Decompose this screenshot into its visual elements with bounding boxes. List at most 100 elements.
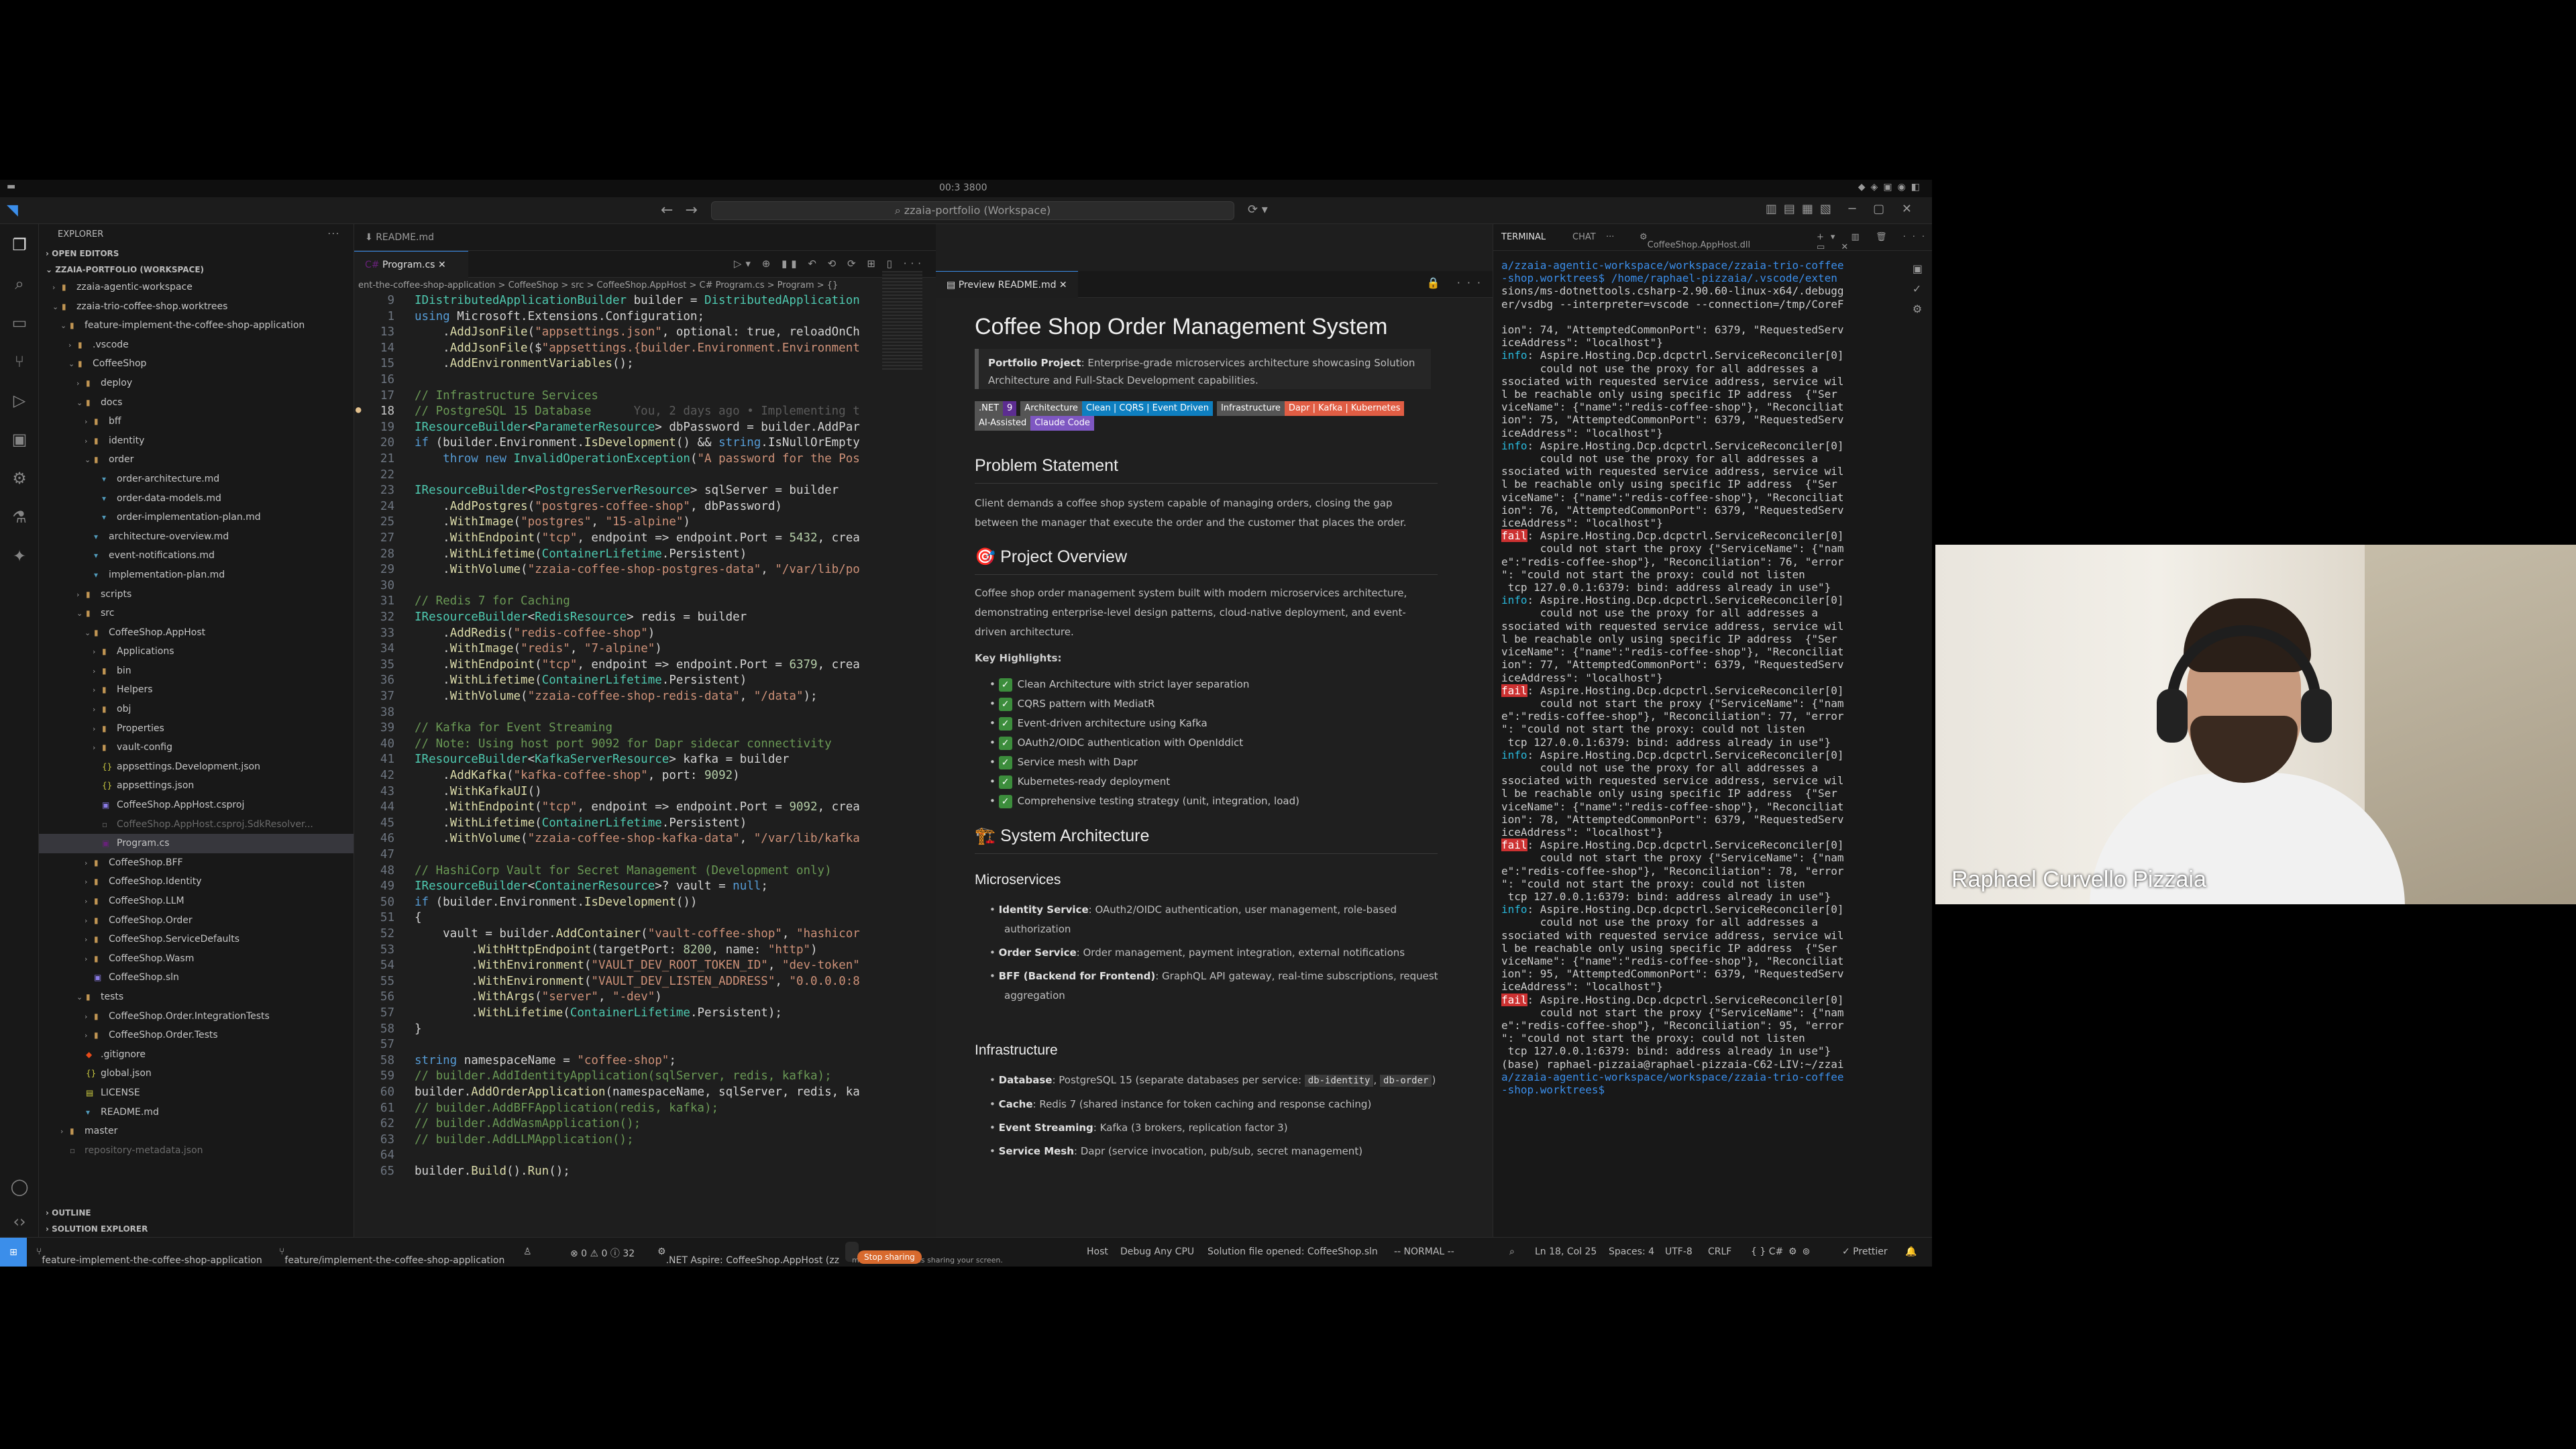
- code-line[interactable]: if (builder.Environment.IsDevelopment()): [415, 896, 697, 909]
- language-mode[interactable]: { } C#: [1751, 1246, 1783, 1257]
- settings-sync-icon[interactable]: ⚙: [9, 468, 30, 488]
- code-line[interactable]: .AddJsonFile("appsettings.json", optiona…: [415, 325, 860, 339]
- tree-item[interactable]: ⌄ ▮ src: [39, 604, 354, 623]
- badge[interactable]: Infrastructure Dapr | Kafka | Kubernetes: [1216, 401, 1405, 416]
- tree-item[interactable]: › ▮ Properties: [39, 719, 354, 739]
- nav-arrows[interactable]: ←→: [661, 202, 710, 219]
- code-line[interactable]: .WithVolume("zzaia-coffee-shop-kafka-dat…: [415, 832, 860, 845]
- aspire-status[interactable]: ⚙ .NET Aspire: CoffeeShop.AppHost (zz: [657, 1246, 839, 1266]
- code-line[interactable]: if (builder.Environment.IsDevelopment() …: [415, 436, 860, 449]
- more-icon[interactable]: ···: [328, 224, 340, 246]
- more-icon[interactable]: ···: [1606, 232, 1614, 242]
- menu-icon[interactable]: ▬: [7, 181, 15, 192]
- tree-item[interactable]: ▣ CoffeeShop.sln: [39, 968, 354, 987]
- end-of-line[interactable]: CRLF: [1708, 1246, 1731, 1257]
- code-line[interactable]: .WithArgs("server", "-dev"): [415, 990, 662, 1004]
- code-line[interactable]: IResourceBuilder<ContainerResource>? vau…: [415, 879, 768, 893]
- code-line[interactable]: .WithHttpEndpoint(targetPort: 8200, name…: [415, 943, 817, 957]
- code-line[interactable]: .WithVolume("zzaia-coffee-shop-postgres-…: [415, 563, 860, 576]
- manage-icon[interactable]: ‹›: [9, 1212, 30, 1232]
- code-line[interactable]: .AddJsonFile($"appsettings.{builder.Envi…: [415, 341, 860, 355]
- tree-item[interactable]: ⌄ ▮ CoffeeShop.AppHost: [39, 623, 354, 643]
- tree-item[interactable]: › ▮ Helpers: [39, 680, 354, 700]
- code-line[interactable]: {: [415, 911, 422, 924]
- tree-item[interactable]: ▣ CoffeeShop.AppHost.csproj: [39, 796, 354, 815]
- preview-actions[interactable]: 🔒 ···: [1427, 276, 1487, 289]
- tree-item[interactable]: › ▮ .vscode: [39, 335, 354, 355]
- code-line[interactable]: .WithImage("redis", "7-alpine"): [415, 642, 662, 655]
- code-line[interactable]: // Redis 7 for Caching: [415, 594, 570, 608]
- account-status-icon[interactable]: ♙: [523, 1246, 532, 1257]
- tree-item[interactable]: ▣ Program.cs: [39, 834, 354, 853]
- code-line[interactable]: IResourceBuilder<ParameterResource> dbPa…: [415, 421, 860, 434]
- layout-icons[interactable]: ▥▤▦▧ ─ ▢ ✕: [1766, 202, 1919, 216]
- code-line[interactable]: IResourceBuilder<KafkaServerResource> ka…: [415, 753, 789, 766]
- tree-item[interactable]: ◆ .gitignore: [39, 1045, 354, 1065]
- tree-item[interactable]: {} global.json: [39, 1064, 354, 1083]
- source-control-icon[interactable]: ⑂: [9, 352, 30, 372]
- account-icon[interactable]: ◯: [9, 1177, 30, 1197]
- status-solution[interactable]: Solution file opened: CoffeeShop.sln: [1208, 1246, 1378, 1257]
- code-line[interactable]: .WithEnvironment("VAULT_DEV_LISTEN_ADDRE…: [415, 975, 860, 988]
- code-line[interactable]: IResourceBuilder<PostgresServerResource>…: [415, 484, 839, 497]
- tree-item[interactable]: ⌄ ▮ docs: [39, 393, 354, 413]
- close-icon[interactable]: ✕: [438, 260, 446, 270]
- tree-item[interactable]: ▤ LICENSE: [39, 1083, 354, 1103]
- code-line[interactable]: .WithVolume("zzaia-coffee-shop-redis-dat…: [415, 690, 817, 703]
- status-extra-icons[interactable]: ⚙⊚: [1788, 1246, 1815, 1257]
- code-line[interactable]: .WithEndpoint("tcp", endpoint => endpoin…: [415, 658, 860, 672]
- code-line[interactable]: .AddPostgres("postgres-coffee-shop", dbP…: [415, 500, 782, 513]
- tree-item[interactable]: › ▮ CoffeeShop.Order.IntegrationTests: [39, 1007, 354, 1026]
- tree-item[interactable]: › ▮ CoffeeShop.Identity: [39, 872, 354, 892]
- tree-item[interactable]: › ▮ bff: [39, 412, 354, 431]
- tree-item[interactable]: ▫ CoffeeShop.AppHost.csproj.SdkResolver..…: [39, 815, 354, 835]
- code-line[interactable]: using Microsoft.Extensions.Configuration…: [415, 310, 704, 323]
- tree-item[interactable]: ▫ repository-metadata.json: [39, 1141, 354, 1161]
- code-line[interactable]: .WithLifetime(ContainerLifetime.Persiste…: [415, 1006, 782, 1020]
- editor-actions[interactable]: ▷▾ ⊕ ▮▮ ↶ ⟲ ⟳ ⊞ ▯ ···: [734, 258, 925, 270]
- tree-item[interactable]: › ▮ CoffeeShop.Order: [39, 911, 354, 930]
- tree-item[interactable]: ▾ architecture-overview.md: [39, 527, 354, 547]
- tree-item[interactable]: ▾ order-architecture.md: [39, 470, 354, 489]
- code-line[interactable]: // builder.AddIdentityApplication(sqlSer…: [415, 1069, 832, 1083]
- tree-item[interactable]: ⌄ ▮ CoffeeShop: [39, 354, 354, 374]
- terminal-output[interactable]: a/zzaia-agentic-workspace/workspace/zzai…: [1501, 259, 1904, 1096]
- tree-item[interactable]: ▾ implementation-plan.md: [39, 566, 354, 585]
- badge[interactable]: .NET 9: [975, 401, 1017, 416]
- tree-item[interactable]: › ▮ CoffeeShop.BFF: [39, 853, 354, 873]
- status-branch1[interactable]: ⑂ feature-implement-the-coffee-shop-appl…: [36, 1246, 262, 1266]
- remote-icon[interactable]: ▣: [9, 429, 30, 449]
- prettier-status[interactable]: ✓ Prettier: [1842, 1246, 1888, 1257]
- cursor-position[interactable]: Ln 18, Col 25: [1535, 1246, 1597, 1257]
- tree-item[interactable]: › ▮ CoffeeShop.ServiceDefaults: [39, 930, 354, 949]
- code-line[interactable]: }: [415, 1022, 422, 1036]
- code-line[interactable]: // builder.AddBFFApplication(redis, kafk…: [415, 1102, 718, 1115]
- tree-item[interactable]: › ▮ zzaia-agentic-workspace: [39, 278, 354, 297]
- tree-item[interactable]: › ▮ CoffeeShop.LLM: [39, 892, 354, 911]
- code-line[interactable]: IDistributedApplicationBuilder builder =…: [415, 294, 860, 307]
- problems-count[interactable]: ⊗ 0 ⚠ 0 ⓘ 32: [570, 1246, 635, 1260]
- testing-icon[interactable]: ⚗: [9, 507, 30, 527]
- tree-item[interactable]: ⌄ ▮ order: [39, 450, 354, 470]
- code-line[interactable]: string namespaceName = "coffee-shop";: [415, 1054, 676, 1067]
- code-line[interactable]: .WithLifetime(ContainerLifetime.Persiste…: [415, 674, 747, 687]
- tab-program[interactable]: C# Program.cs ✕: [354, 251, 468, 278]
- tree-item[interactable]: › ▮ CoffeeShop.Wasm: [39, 949, 354, 969]
- code-line[interactable]: vault = builder.AddContainer("vault-coff…: [415, 927, 860, 941]
- folder-icon[interactable]: ▭: [9, 313, 30, 333]
- code-line[interactable]: .AddKafka("kafka-coffee-shop", port: 909…: [415, 769, 740, 782]
- tree-item[interactable]: › ▮ master: [39, 1122, 354, 1141]
- tab-preview-readme[interactable]: ▤ Preview README.md ✕: [936, 271, 1078, 298]
- terminal-side-icons[interactable]: ▣ ✓ ⚙: [1913, 259, 1923, 319]
- code-line[interactable]: // Note: Using host port 9092 for Dapr s…: [415, 737, 832, 751]
- tree-item[interactable]: › ▮ deploy: [39, 374, 354, 393]
- tree-item[interactable]: › ▮ vault-config: [39, 738, 354, 757]
- code-line[interactable]: .WithEnvironment("VAULT_DEV_ROOT_TOKEN_I…: [415, 959, 860, 972]
- code-line[interactable]: IResourceBuilder<RedisResource> redis = …: [415, 610, 747, 624]
- code-editor[interactable]: 9 IDistributedApplicationBuilder builder …: [354, 294, 882, 1237]
- zoom-icon[interactable]: ⌕: [1509, 1246, 1515, 1257]
- code-line[interactable]: throw new InvalidOperationException("A p…: [415, 452, 860, 466]
- files-icon[interactable]: ❐: [9, 235, 30, 255]
- tree-item[interactable]: › ▮ obj: [39, 700, 354, 719]
- badge[interactable]: AI-Assisted Claude Code: [975, 416, 1094, 431]
